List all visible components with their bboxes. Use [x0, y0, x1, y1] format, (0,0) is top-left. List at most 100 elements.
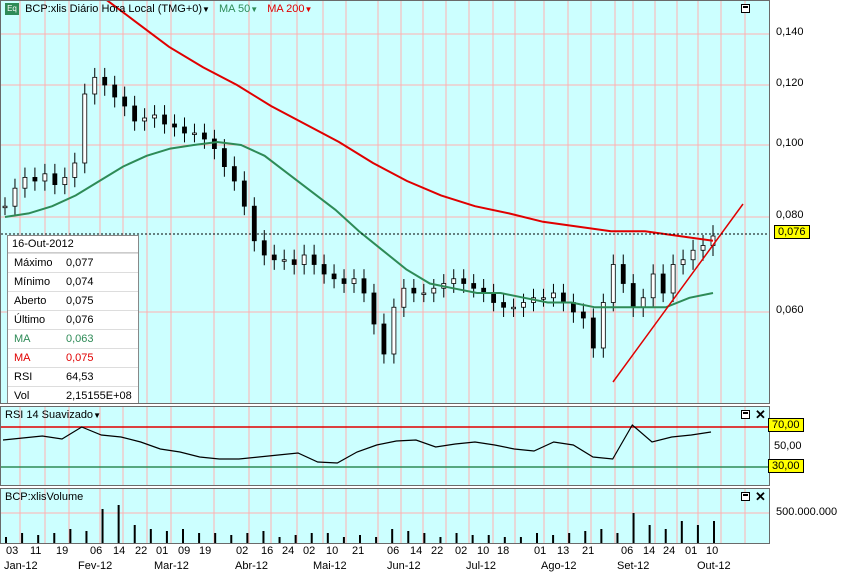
volume-bar — [246, 533, 249, 543]
ma200-label[interactable]: MA 200 — [267, 3, 304, 15]
x-month-label: Fev-12 — [78, 560, 113, 572]
candle-body — [401, 287, 407, 308]
volume-bar — [568, 533, 571, 543]
x-month-label: Ago-12 — [541, 560, 577, 572]
rsi-close-icon[interactable]: ✕ — [755, 408, 766, 421]
volume-bar — [117, 505, 120, 543]
candle-body — [371, 292, 377, 325]
candle-body — [551, 292, 556, 299]
x-month-label: Jun-12 — [387, 560, 421, 572]
x-day-tick: 02 — [455, 545, 468, 557]
volume-bar — [101, 509, 104, 543]
candle-body — [461, 278, 467, 284]
info-date: 16-Out-2012 — [8, 236, 138, 253]
candle-body — [600, 302, 606, 349]
candle-body — [182, 126, 187, 134]
rsi-title[interactable]: RSI 14 Suavizado▼ — [5, 409, 101, 421]
volume-bar — [552, 535, 555, 543]
candle-body — [620, 264, 626, 284]
ma50-label[interactable]: MA 50 — [219, 3, 250, 15]
volume-bar — [632, 513, 635, 543]
x-day-tick: 19 — [199, 545, 212, 557]
x-day-tick: 06 — [90, 545, 103, 557]
candle-body — [192, 132, 197, 135]
candle-body — [241, 180, 247, 207]
candle-body — [92, 76, 98, 95]
candle-body — [32, 176, 38, 182]
x-month-label: Out-12 — [697, 560, 731, 572]
candle-body — [102, 76, 108, 86]
volume-title: BCP:xlisVolume — [5, 491, 84, 503]
info-row: MA 0,063 — [8, 329, 138, 348]
candle-body — [580, 311, 586, 319]
candle-body — [72, 162, 78, 178]
info-row: Último 0,076 — [8, 310, 138, 329]
volume-bar — [664, 529, 667, 543]
x-month-label: Mai-12 — [313, 560, 347, 572]
info-row-value: 0,077 — [66, 257, 94, 269]
candle-body — [82, 93, 88, 164]
info-row-label: MA — [14, 352, 31, 364]
candle-body — [52, 173, 58, 186]
candle-body — [231, 166, 237, 182]
rsi-dropdown-icon[interactable]: ▼ — [93, 411, 101, 420]
maximize-panel-button[interactable] — [741, 4, 750, 13]
price-chart-panel[interactable]: Eq BCP:xlis Diário Hora Local (TMG+0)▼ M… — [0, 0, 770, 404]
x-day-tick: 22 — [135, 545, 148, 557]
volume-bar — [342, 537, 345, 543]
volume-bar — [69, 529, 72, 543]
y-tick-label: 0,080 — [776, 209, 804, 221]
x-day-tick: 24 — [282, 545, 295, 557]
equity-icon: Eq — [5, 3, 19, 16]
volume-bar — [584, 531, 587, 543]
candle-body — [471, 283, 477, 289]
x-day-tick: 22 — [431, 545, 444, 557]
candle-body — [680, 259, 686, 265]
x-day-tick: 19 — [56, 545, 69, 557]
symbol-label[interactable]: BCP:xlis Diário Hora Local (TMG+0) — [25, 3, 202, 15]
ma50-dropdown-icon[interactable]: ▼ — [250, 5, 258, 14]
volume-bar — [455, 533, 458, 543]
volume-bar — [262, 531, 265, 543]
info-row: MA 0,075 — [8, 348, 138, 367]
x-day-tick: 14 — [113, 545, 126, 557]
symbol-dropdown-icon[interactable]: ▼ — [202, 5, 210, 14]
volume-bar — [423, 533, 426, 543]
x-day-tick: 14 — [410, 545, 423, 557]
candle-body — [62, 176, 68, 185]
volume-bar — [680, 521, 683, 543]
volume-maximize-button[interactable] — [741, 492, 750, 501]
x-day-tick: 10 — [326, 545, 339, 557]
candle-body — [421, 292, 427, 295]
rsi-maximize-button[interactable] — [741, 410, 750, 419]
info-row: Mínimo 0,074 — [8, 272, 138, 291]
x-day-tick: 11 — [30, 545, 42, 557]
volume-bar — [359, 535, 361, 543]
volume-bar — [503, 537, 506, 543]
volume-bar — [165, 531, 168, 543]
y-tick-label: 0,100 — [776, 137, 804, 149]
candle-body — [172, 123, 177, 128]
ma200-dropdown-icon[interactable]: ▼ — [305, 5, 313, 14]
info-row-label: Último — [14, 314, 46, 326]
volume-bar — [133, 525, 136, 543]
rsi-panel[interactable]: RSI 14 Suavizado▼ ✕ — [0, 406, 770, 486]
rsi-title-text: RSI 14 Suavizado — [5, 409, 94, 421]
info-row: Máximo 0,077 — [8, 253, 138, 272]
volume-bar — [85, 531, 88, 543]
candle-body — [590, 317, 596, 349]
info-row-label: Aberto — [14, 295, 47, 307]
volume-panel[interactable]: BCP:xlisVolume ✕ — [0, 488, 770, 544]
volume-bar — [53, 533, 56, 543]
info-row-label: Mínimo — [14, 276, 51, 288]
candle-body — [491, 292, 497, 303]
candle-body — [202, 132, 207, 140]
volume-bar — [713, 521, 715, 543]
info-row-value: 0,063 — [66, 333, 94, 345]
volume-close-icon[interactable]: ✕ — [755, 490, 766, 503]
candle-body — [321, 264, 327, 275]
candle-body — [431, 287, 437, 294]
candle-body — [281, 259, 287, 262]
candle-body — [291, 259, 297, 265]
candle-body — [42, 173, 48, 182]
